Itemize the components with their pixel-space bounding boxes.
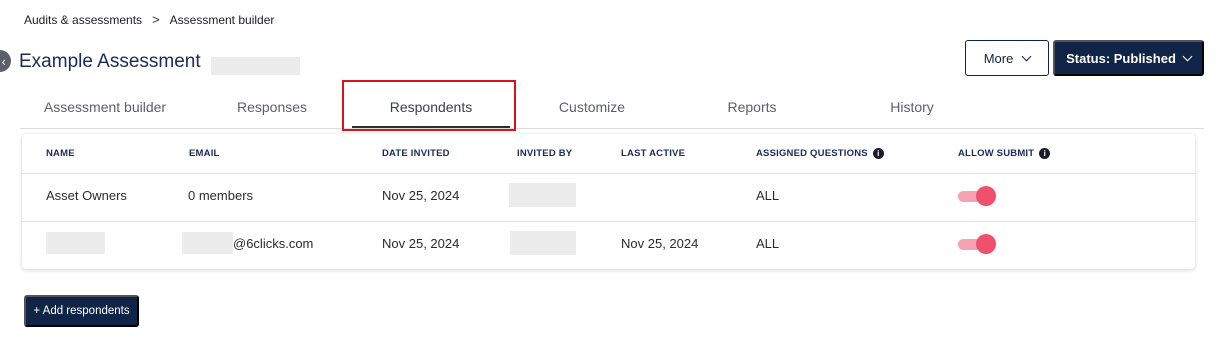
- respondents-table: NAME EMAIL DATE INVITED INVITED BY LAST …: [22, 134, 1195, 269]
- column-header-name[interactable]: NAME: [46, 148, 75, 159]
- toggle-knob: [976, 234, 996, 254]
- tab-respondents[interactable]: Respondents: [352, 86, 510, 128]
- tab-assessment-builder[interactable]: Assessment builder: [20, 86, 190, 128]
- row-divider: [22, 221, 1195, 222]
- status-button-label: Status: Published: [1066, 50, 1176, 66]
- chevron-down-icon: [1021, 51, 1032, 61]
- breadcrumb-current: Assessment builder: [169, 12, 275, 27]
- more-button-label: More: [983, 50, 1014, 66]
- column-header-invited-by[interactable]: INVITED BY: [517, 148, 572, 159]
- add-respondents-button[interactable]: + Add respondents: [24, 295, 139, 327]
- breadcrumb: Audits & assessments > Assessment builde…: [24, 12, 274, 27]
- back-button[interactable]: ‹: [0, 50, 11, 72]
- column-header-allow-submit[interactable]: ALLOW SUBMIT i: [958, 148, 1051, 159]
- redacted-email-prefix: [182, 232, 233, 254]
- chevron-left-icon: ‹: [1, 53, 6, 69]
- info-icon[interactable]: i: [872, 148, 884, 159]
- column-header-assigned-questions[interactable]: ASSIGNED QUESTIONS i: [756, 148, 884, 159]
- column-header-email[interactable]: EMAIL: [189, 148, 220, 159]
- assigned-questions[interactable]: ALL: [756, 236, 779, 251]
- column-header-assigned-questions-label: ASSIGNED QUESTIONS: [756, 148, 868, 159]
- column-header-allow-submit-label: ALLOW SUBMIT: [958, 148, 1035, 159]
- page-title: Example Assessment: [19, 51, 201, 72]
- tab-bar: Assessment builder Responses Respondents…: [20, 86, 1204, 129]
- tab-reports[interactable]: Reports: [690, 86, 814, 128]
- assigned-questions[interactable]: ALL: [756, 188, 779, 203]
- chevron-down-icon: [1182, 51, 1193, 61]
- tab-responses[interactable]: Responses: [210, 86, 334, 128]
- status-button[interactable]: Status: Published: [1053, 40, 1204, 76]
- date-invited: Nov 25, 2024: [382, 188, 460, 203]
- redacted-invited-by: [510, 231, 576, 255]
- respondent-email: @6clicks.com: [233, 236, 314, 251]
- row-divider: [22, 173, 1195, 174]
- more-button[interactable]: More: [965, 40, 1049, 76]
- toggle-knob: [976, 186, 996, 206]
- redacted-invited-by: [509, 183, 576, 207]
- column-header-last-active[interactable]: LAST ACTIVE: [621, 148, 685, 159]
- redacted-field: [211, 57, 300, 75]
- allow-submit-toggle[interactable]: [958, 186, 996, 206]
- breadcrumb-separator: >: [152, 12, 160, 27]
- allow-submit-toggle[interactable]: [958, 234, 996, 254]
- last-active: Nov 25, 2024: [621, 236, 699, 251]
- breadcrumb-audits-link[interactable]: Audits & assessments: [24, 13, 142, 27]
- active-tab-indicator: [352, 126, 510, 128]
- column-header-date-invited[interactable]: DATE INVITED: [382, 148, 450, 159]
- redacted-name: [46, 232, 105, 254]
- respondent-email: 0 members: [188, 188, 254, 203]
- date-invited: Nov 25, 2024: [382, 236, 460, 251]
- respondent-name[interactable]: Asset Owners: [46, 188, 127, 203]
- tab-history[interactable]: History: [850, 86, 974, 128]
- info-icon[interactable]: i: [1039, 148, 1051, 159]
- tab-customize[interactable]: Customize: [530, 86, 654, 128]
